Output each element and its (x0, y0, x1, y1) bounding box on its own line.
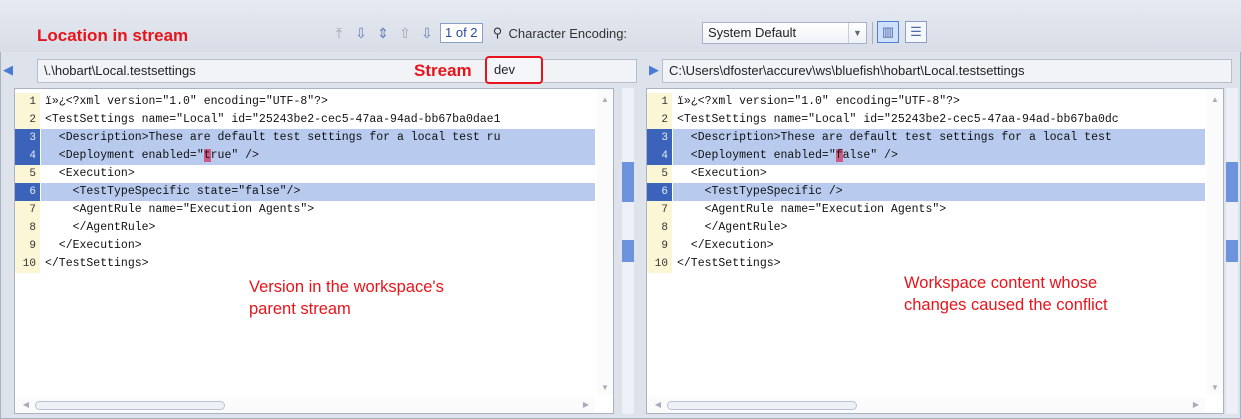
annotation-line: Version in the workspace's (249, 278, 444, 296)
line-number: 1 (647, 93, 672, 111)
line-number: 5 (15, 165, 40, 183)
side-by-side-view-button[interactable]: ▥ (877, 21, 899, 43)
line-number: 2 (15, 111, 40, 129)
line-number: 5 (647, 165, 672, 183)
right-scroll-thumb[interactable] (667, 401, 857, 410)
encoding-label: Character Encoding: (508, 25, 628, 41)
scroll-right-icon[interactable]: ▶ (579, 397, 593, 413)
code-line[interactable]: </TestSettings> (673, 255, 1205, 273)
diff-overview-middle[interactable] (622, 88, 634, 414)
scroll-up-icon[interactable]: ▲ (597, 93, 613, 107)
code-line[interactable]: <Deployment enabled="false" /> (673, 147, 1205, 165)
expand-icon[interactable]: ⇕ (372, 23, 394, 43)
line-number: 7 (15, 201, 40, 219)
diff-overview-right[interactable] (1226, 88, 1238, 414)
code-line[interactable]: <Description>These are default test sett… (673, 129, 1205, 147)
scroll-left-icon[interactable]: ◀ (19, 397, 33, 413)
left-line-gutter: 1 2 3 4 5 6 7 8 9 10 (15, 93, 40, 273)
line-number: 3 (647, 129, 672, 147)
code-line[interactable]: ï»¿<?xml version="1.0" encoding="UTF-8"?… (41, 93, 595, 111)
previous-pane-icon[interactable]: ◀ (3, 61, 15, 79)
code-line[interactable]: <TestSettings name="Local" id="25243be2-… (673, 111, 1205, 129)
diff-marker[interactable] (622, 240, 634, 262)
right-vertical-scrollbar[interactable]: ▲ ▼ (1207, 89, 1223, 395)
toolbar-separator (872, 22, 873, 44)
code-line[interactable]: <Description>These are default test sett… (41, 129, 595, 147)
left-file-path: \.\hobart\Local.testsettings (37, 59, 637, 83)
line-number: 8 (647, 219, 672, 237)
go-first-icon[interactable]: ⤒ (328, 23, 350, 43)
annotation-stream: Stream (414, 61, 472, 80)
code-line[interactable]: </AgentRule> (673, 219, 1205, 237)
stream-field[interactable]: dev (485, 56, 543, 84)
annotation-line: Workspace content whose (904, 274, 1098, 292)
annotation-workspace-content: Workspace content whose changes caused t… (904, 272, 1108, 316)
code-line[interactable]: <AgentRule name="Execution Agents"> (41, 201, 595, 219)
diff-marker[interactable] (1226, 162, 1238, 202)
code-line[interactable]: </AgentRule> (41, 219, 595, 237)
left-code-pane[interactable]: 1 2 3 4 5 6 7 8 9 10 ï»¿<?xml version="1.0" encod… (14, 88, 614, 414)
toolbar-icons: ⤒ ⇩ ⇕ ⇧ ⇩ 1 of 2 ⚲ Character Encoding: (328, 23, 627, 43)
right-line-gutter: 1 2 3 4 5 6 7 8 9 10 (647, 93, 672, 273)
line-number: 6 (647, 183, 672, 201)
toolbar: Location in stream ⤒ ⇩ ⇕ ⇧ ⇩ 1 of 2 ⚲ Ch… (0, 0, 1241, 52)
annotation-line: parent stream (249, 300, 351, 318)
rows-icon: ☰ (910, 24, 922, 39)
line-number: 10 (15, 255, 40, 273)
right-horizontal-scrollbar[interactable]: ◀ ▶ (647, 397, 1205, 413)
scroll-up-icon[interactable]: ▲ (1207, 93, 1223, 107)
encoding-value: System Default (708, 25, 797, 40)
download-icon[interactable]: ⇩ (350, 23, 372, 43)
scroll-right-icon[interactable]: ▶ (1189, 397, 1203, 413)
columns-icon: ▥ (881, 24, 895, 39)
code-line[interactable]: <Deployment enabled="true" /> (41, 147, 595, 165)
line-number: 9 (647, 237, 672, 255)
code-line[interactable]: <TestTypeSpecific state="false"/> (41, 183, 595, 201)
line-number: 9 (15, 237, 40, 255)
page-indicator[interactable]: 1 of 2 (440, 23, 483, 43)
scroll-down-icon[interactable]: ▼ (1207, 381, 1223, 395)
code-line[interactable]: </Execution> (41, 237, 595, 255)
code-line[interactable]: <TestSettings name="Local" id="25243be2-… (41, 111, 595, 129)
encoding-select[interactable]: System Default ▼ (702, 22, 867, 44)
right-code-pane[interactable]: 1 2 3 4 5 6 7 8 9 10 ï»¿<?xml version="1.0" encod… (646, 88, 1224, 414)
changed-char: t (203, 149, 211, 162)
up-arrow-icon[interactable]: ⇧ (394, 23, 416, 43)
diff-marker[interactable] (1226, 240, 1238, 262)
code-line[interactable]: <Execution> (673, 165, 1205, 183)
code-line[interactable]: </Execution> (673, 237, 1205, 255)
annotation-line: changes caused the conflict (904, 296, 1108, 314)
chevron-down-icon[interactable]: ▼ (848, 23, 866, 43)
left-vertical-scrollbar[interactable]: ▲ ▼ (597, 89, 613, 395)
line-number: 2 (647, 111, 672, 129)
line-number: 1 (15, 93, 40, 111)
right-file-path: C:\Users\dfoster\accurev\ws\bluefish\hob… (662, 59, 1232, 83)
binoculars-icon[interactable]: ⚲ (487, 25, 509, 41)
stacked-view-button[interactable]: ☰ (905, 21, 927, 43)
line-number: 4 (15, 147, 40, 165)
line-number: 6 (15, 183, 40, 201)
scroll-left-icon[interactable]: ◀ (651, 397, 665, 413)
left-horizontal-scrollbar[interactable]: ◀ ▶ (15, 397, 595, 413)
code-line[interactable]: ï»¿<?xml version="1.0" encoding="UTF-8"?… (673, 93, 1205, 111)
left-code-lines: ï»¿<?xml version="1.0" encoding="UTF-8"?… (41, 93, 595, 273)
changed-char: f (835, 149, 843, 162)
code-line[interactable]: <TestTypeSpecific /> (673, 183, 1205, 201)
line-number: 10 (647, 255, 672, 273)
right-code-lines: ï»¿<?xml version="1.0" encoding="UTF-8"?… (673, 93, 1205, 273)
annotation-parent-stream: Version in the workspace's parent stream (249, 276, 444, 320)
scroll-down-icon[interactable]: ▼ (597, 381, 613, 395)
down-arrow-icon[interactable]: ⇩ (416, 23, 438, 43)
annotation-location-in-stream: Location in stream (37, 26, 189, 45)
next-pane-icon[interactable]: ▶ (649, 61, 661, 79)
line-number: 8 (15, 219, 40, 237)
line-number: 7 (647, 201, 672, 219)
code-line[interactable]: </TestSettings> (41, 255, 595, 273)
line-number: 4 (647, 147, 672, 165)
code-line[interactable]: <Execution> (41, 165, 595, 183)
code-line[interactable]: <AgentRule name="Execution Agents"> (673, 201, 1205, 219)
left-scroll-thumb[interactable] (35, 401, 225, 410)
line-number: 3 (15, 129, 40, 147)
diff-marker[interactable] (622, 162, 634, 202)
